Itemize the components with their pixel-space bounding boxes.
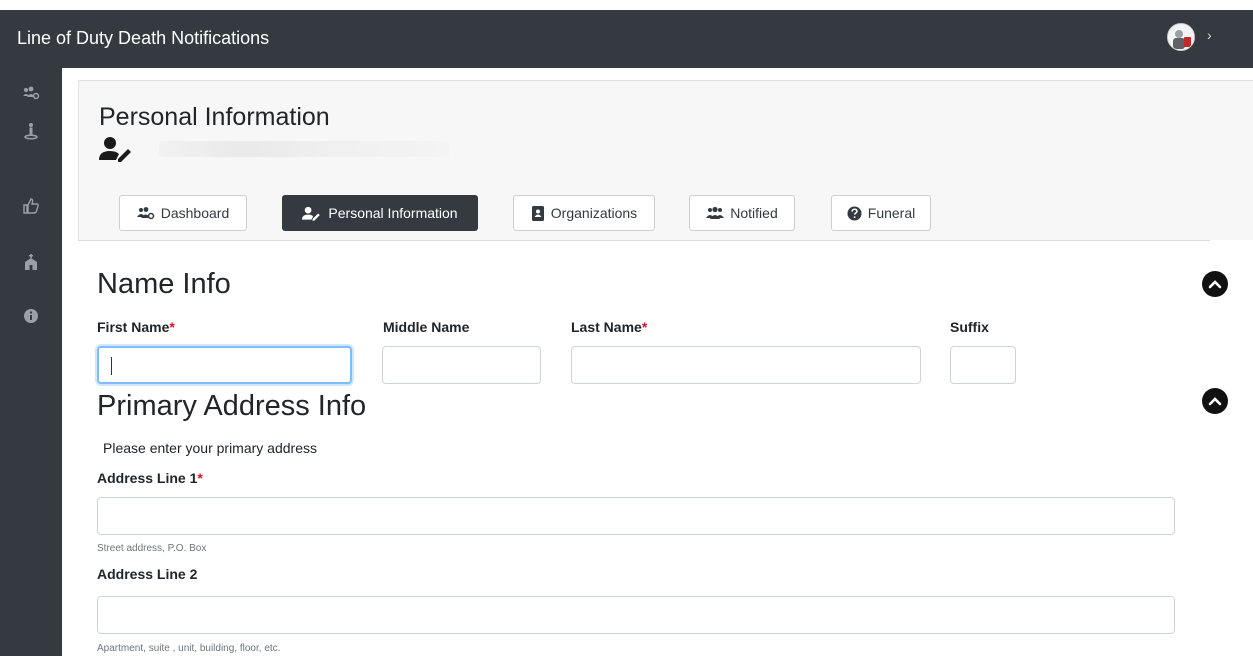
sidebar-item-personal[interactable] <box>22 122 40 140</box>
page-header-card: Personal Information Dashboard Personal … <box>78 80 1253 240</box>
address-line-1-label: Address Line 1* <box>97 470 203 486</box>
required-mark: * <box>169 319 175 335</box>
first-name-input[interactable] <box>97 346 352 384</box>
tab-funeral-label: Funeral <box>867 205 916 221</box>
last-name-input[interactable] <box>571 346 921 384</box>
user-edit-icon <box>302 206 321 221</box>
collapse-address-info-button[interactable] <box>1202 388 1228 414</box>
users-cog-icon <box>136 207 154 220</box>
required-mark: * <box>197 470 203 486</box>
tab-funeral[interactable]: Funeral <box>831 195 931 231</box>
person-icon <box>24 123 38 140</box>
address-instructions: Please enter your primary address <box>103 440 317 456</box>
user-edit-icon <box>99 136 135 167</box>
address-line-2-input[interactable] <box>97 596 1175 634</box>
address-book-icon <box>531 205 544 221</box>
address-line-2-help: Apartment, suite , unit, building, floor… <box>97 643 281 654</box>
tab-dashboard[interactable]: Dashboard <box>119 195 247 231</box>
primary-address-heading: Primary Address Info <box>97 390 367 422</box>
header-divider <box>78 240 1210 241</box>
info-circle-icon <box>24 309 38 323</box>
required-mark: * <box>641 319 648 335</box>
top-navbar: Line of Duty Death Notifications › <box>0 10 1253 68</box>
chevron-up-icon <box>1208 280 1222 289</box>
suffix-label: Suffix <box>950 319 989 335</box>
thumbs-up-icon <box>23 198 39 214</box>
address-line-1-input[interactable] <box>97 497 1175 535</box>
tab-dashboard-label: Dashboard <box>160 205 230 221</box>
sidebar <box>0 68 62 656</box>
name-info-heading: Name Info <box>97 268 231 300</box>
last-name-label: Last Name* <box>571 319 648 335</box>
sidebar-item-feedback[interactable] <box>22 197 40 215</box>
sidebar-item-info[interactable] <box>22 307 40 325</box>
question-circle-icon <box>847 206 862 220</box>
app-title[interactable]: Line of Duty Death Notifications <box>17 28 269 49</box>
middle-name-label: Middle Name <box>383 319 470 335</box>
user-menu-chevron-icon[interactable]: › <box>1207 27 1212 43</box>
chevron-up-icon <box>1208 397 1222 406</box>
users-cog-icon <box>23 86 40 100</box>
sidebar-item-dashboard[interactable] <box>22 84 40 102</box>
user-avatar-icon[interactable] <box>1167 23 1195 51</box>
tab-personal-information[interactable]: Personal Information <box>282 195 478 231</box>
church-icon <box>25 254 37 270</box>
address-line-1-help: Street address, P.O. Box <box>97 543 207 554</box>
text-caret <box>111 357 112 375</box>
collapse-name-info-button[interactable] <box>1202 271 1228 297</box>
tab-organizations-label: Organizations <box>550 205 638 221</box>
tab-notified-label: Notified <box>730 205 778 221</box>
users-icon <box>706 206 725 219</box>
page-title: Personal Information <box>99 103 330 131</box>
sidebar-item-funeral[interactable] <box>22 253 40 271</box>
tab-notified[interactable]: Notified <box>689 195 795 231</box>
middle-name-input[interactable] <box>382 346 541 384</box>
address-line-2-label: Address Line 2 <box>97 566 198 582</box>
redacted-info <box>159 141 449 157</box>
tab-organizations[interactable]: Organizations <box>513 195 655 231</box>
suffix-input[interactable] <box>950 346 1016 384</box>
first-name-label: First Name* <box>97 319 175 335</box>
tab-personal-information-label: Personal Information <box>328 205 458 221</box>
